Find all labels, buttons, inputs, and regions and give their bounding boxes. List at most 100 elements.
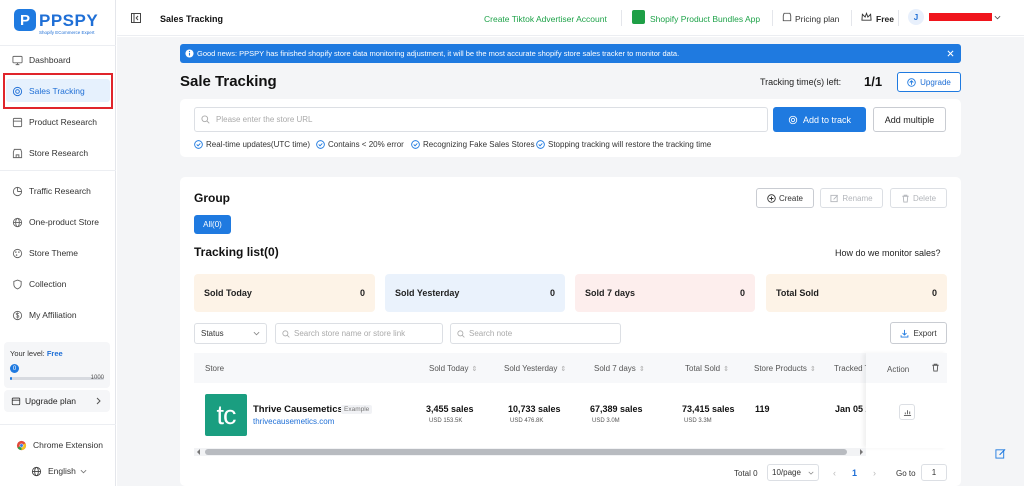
upgrade-label: Upgrade [920,77,951,87]
col-sold-today[interactable]: Sold Today ⇕ [429,364,477,373]
col-store: Store [205,364,225,373]
sold-today-usd: USD 153.5K [429,418,463,424]
level-text: Your level: Free [10,349,63,358]
ppspy-logo[interactable]: P PPSPY Shopify ECommerce Expert [14,9,98,35]
tracking-time-left-value: 1/1 [864,74,883,89]
page-title: Sales Tracking [160,14,224,24]
how-we-monitor-link[interactable]: How do we monitor sales? [835,248,941,258]
sidebar-item-my-affiliation[interactable]: My Affiliation [12,306,77,324]
pricing-plan-link[interactable]: Pricing plan [795,14,839,24]
check-circle-icon [411,140,420,149]
example-badge: Example [341,405,373,414]
sold-7-days-usd: USD 3.0M [592,418,620,424]
col-label: Sold 7 days [594,364,636,373]
chrome-extension-link[interactable]: Chrome Extension [16,436,103,454]
trash-icon[interactable] [931,363,940,372]
sidebar-item-collection[interactable]: Collection [12,275,66,293]
horizontal-scrollbar[interactable] [194,448,866,456]
scrollbar-thumb[interactable] [205,449,847,455]
search-icon [201,115,210,124]
level-box: Your level: Free 0 1000 [4,342,110,388]
group-tab-all[interactable]: All(0) [194,215,231,234]
upgrade-plan-button[interactable]: Upgrade plan [4,390,110,412]
upgrade-button[interactable]: Upgrade [897,72,961,92]
sidebar-item-label: Store Theme [29,248,78,258]
chevron-right-icon [96,397,101,405]
feature-label: Stopping tracking will restore the track… [548,140,712,149]
palette-icon [12,248,23,258]
store-url-input[interactable]: Please enter the store URL [194,107,768,132]
delete-group-button[interactable]: Delete [890,188,947,208]
col-store-products[interactable]: Store Products ⇕ [754,364,816,373]
row-chart-button[interactable] [899,404,915,420]
create-label: Create [778,193,803,203]
next-page-button[interactable]: › [873,468,876,478]
sidebar-item-dashboard[interactable]: Dashboard [12,51,71,69]
close-icon[interactable] [947,50,954,57]
export-button[interactable]: Export [890,322,947,344]
scroll-left-icon[interactable] [196,449,201,455]
feature-label: Contains < 20% error [328,140,404,149]
sold-yesterday-usd: USD 476.8K [510,418,544,424]
upgrade-plan-label: Upgrade plan [25,396,77,406]
sidebar-item-label: Product Research [29,117,98,127]
header-divider [772,10,773,26]
stat-value: 0 [739,288,745,298]
upgrade-box-icon [11,397,21,406]
avatar[interactable]: J [908,9,924,25]
language-selector[interactable]: English [31,462,87,480]
check-circle-icon [536,140,545,149]
store-icon [12,148,23,158]
status-select[interactable]: Status [194,323,267,344]
target-icon [12,86,23,96]
trash-icon [902,194,909,203]
col-sold-7-days[interactable]: Sold 7 days ⇕ [594,364,645,373]
chevron-down-icon[interactable] [994,15,1001,20]
col-sold-yesterday[interactable]: Sold Yesterday ⇕ [504,364,566,373]
col-total-sold[interactable]: Total Sold ⇕ [685,364,729,373]
sidebar-item-label: One-product Store [29,217,99,227]
add-multiple-button[interactable]: Add multiple [873,107,946,132]
sort-icon: ⇕ [471,365,478,373]
note-search-input[interactable]: Search note [450,323,621,344]
sidebar-item-sales-tracking[interactable]: Sales Tracking [12,82,85,100]
export-label: Export [913,328,937,338]
col-tracked-time[interactable]: Tracked T [834,364,866,373]
add-tracking-card: Please enter the store URL Add to track … [180,99,961,157]
feedback-edit-icon[interactable] [995,448,1006,459]
store-name[interactable]: Thrive Causemetics [253,404,343,415]
store-search-input[interactable]: Search store name or store link [275,323,443,344]
sidebar-item-product-research[interactable]: Product Research [12,113,97,131]
prev-page-button[interactable]: ‹ [833,468,836,478]
add-to-track-button[interactable]: Add to track [773,107,866,132]
edit-icon [830,194,839,202]
sidebar-item-traffic-research[interactable]: Traffic Research [12,182,91,200]
store-icon [782,12,792,22]
top-bar: Sales Tracking Create Tiktok Advertiser … [117,0,1024,36]
page-size-value: 10/page [772,468,801,477]
store-products-value: 119 [755,404,770,414]
scroll-right-icon[interactable] [859,449,864,455]
create-group-button[interactable]: Create [756,188,814,208]
tiktok-advertiser-link[interactable]: Create Tiktok Advertiser Account [484,14,607,24]
goto-input[interactable]: 1 [921,464,947,481]
tracked-time-value: Jan 05 2 [835,404,866,414]
sidebar-item-store-theme[interactable]: Store Theme [12,244,78,262]
sidebar-item-label: Store Research [29,148,89,158]
store-url-link[interactable]: thrivecausemetics.com [253,417,334,426]
level-current-badge: 0 [10,364,19,373]
table-row[interactable]: tc Thrive Causemetics Example thrivecaus… [194,383,866,448]
sort-icon: ⇕ [723,365,730,373]
rename-group-button[interactable]: Rename [820,188,883,208]
page-number[interactable]: 1 [852,468,857,478]
collapse-sidebar-icon[interactable] [131,13,141,23]
sidebar-item-one-product-store[interactable]: One-product Store [12,213,99,231]
page-size-select[interactable]: 10/page [767,464,819,481]
monitor-icon [12,55,23,65]
dollar-icon [12,310,23,320]
chevron-down-icon [80,469,87,473]
sidebar-item-store-research[interactable]: Store Research [12,144,88,162]
feature-fake-sales: Recognizing Fake Sales Stores [411,140,535,149]
add-to-track-label: Add to track [802,114,852,125]
shopify-bundles-link[interactable]: Shopify Product Bundles App [650,14,760,24]
